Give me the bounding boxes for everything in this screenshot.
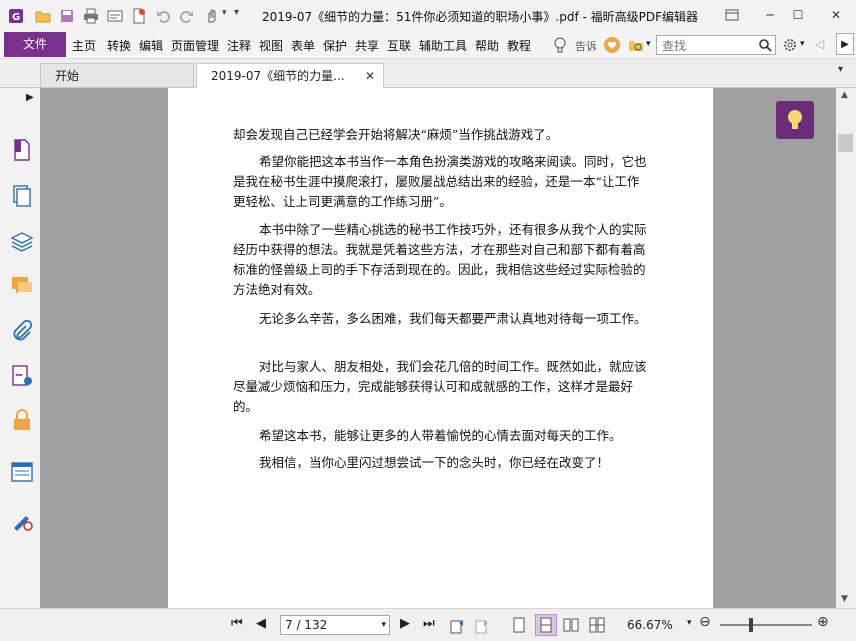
undo-icon[interactable] bbox=[155, 8, 171, 24]
menu-comment[interactable]: 注释 bbox=[227, 37, 251, 54]
customize-quick-access-icon[interactable]: ▾ bbox=[234, 7, 239, 18]
zoom-in-icon[interactable]: ⊕ bbox=[817, 614, 829, 630]
vertical-scrollbar[interactable]: ▲ ▼ bbox=[836, 88, 856, 608]
svg-text:G: G bbox=[12, 12, 20, 23]
menu-edit[interactable]: 编辑 bbox=[139, 37, 163, 54]
security-lock-icon[interactable] bbox=[10, 408, 34, 432]
comments-icon[interactable] bbox=[10, 274, 34, 298]
layers-icon[interactable] bbox=[10, 230, 34, 254]
navigation-sidebar: ▶ bbox=[0, 88, 44, 608]
hand-tool-dropdown-icon[interactable]: ▾ bbox=[222, 8, 227, 18]
tips-lightbulb-button[interactable] bbox=[776, 101, 814, 139]
document-tab-bar: 开始 2019-07《细节的力量... ✕ ▾ bbox=[0, 59, 856, 88]
paragraph: 希望你能把这本书当作一本角色扮演类游戏的攻略来阅读。同时，它也是我在秘书生涯中摸… bbox=[233, 154, 647, 209]
search-input[interactable] bbox=[660, 37, 760, 55]
continuous-facing-view-icon[interactable] bbox=[589, 617, 605, 633]
previous-view-icon[interactable] bbox=[448, 617, 466, 635]
menu-convert[interactable]: 转换 bbox=[107, 37, 131, 54]
maximize-button[interactable]: ☐ bbox=[784, 6, 812, 24]
close-window-button[interactable]: ✕ bbox=[822, 6, 850, 24]
menu-form[interactable]: 表单 bbox=[291, 37, 315, 54]
hand-tool-icon[interactable] bbox=[204, 8, 220, 24]
menu-accessibility[interactable]: 辅助工具 bbox=[419, 37, 467, 54]
save-icon[interactable] bbox=[59, 8, 75, 24]
last-page-icon[interactable]: ⏭ bbox=[423, 616, 435, 631]
zoom-dropdown-icon[interactable]: ▾ bbox=[687, 618, 692, 628]
open-folder-icon[interactable] bbox=[35, 8, 51, 24]
form-fields-icon[interactable] bbox=[10, 460, 34, 484]
redo-icon[interactable] bbox=[179, 8, 195, 24]
close-tab-icon[interactable]: ✕ bbox=[365, 64, 375, 88]
paragraph: 本书中除了一些精心挑选的秘书工作技巧外，还有很多从我个人的实际经历中获得的想法。… bbox=[233, 222, 647, 297]
paragraph: 我相信，当你心里闪过想尝试一下的念头时，你已经在改变了！ bbox=[259, 455, 610, 470]
tab-document-label: 2019-07《细节的力量... bbox=[211, 69, 345, 83]
zoom-out-icon[interactable]: ⊖ bbox=[699, 614, 711, 630]
title-bar: G ▾ ▾ 2019-07《细节的力量：51件你必须知道的职场小事》.pdf -… bbox=[0, 0, 856, 32]
document-viewport[interactable]: 却会发现自己已经学会开始将解决“麻烦”当作挑战游戏了。 希望你能把这本书当作一本… bbox=[40, 88, 836, 608]
paragraph: 却会发现自己已经学会开始将解决“麻烦”当作挑战游戏了。 bbox=[233, 127, 559, 142]
lightbulb-icon bbox=[788, 110, 802, 129]
tell-me-label[interactable]: 告诉 bbox=[575, 38, 597, 54]
zoom-level[interactable]: 66.67% bbox=[627, 618, 673, 632]
lightbulb-icon[interactable] bbox=[552, 36, 568, 54]
print-icon[interactable] bbox=[83, 8, 99, 24]
new-document-icon[interactable] bbox=[131, 8, 147, 24]
menu-page-management[interactable]: 页面管理 bbox=[171, 37, 219, 54]
ribbon-menu-bar: 文件 主页 转换 编辑 页面管理 注释 视图 表单 保护 共享 互联 辅助工具 … bbox=[0, 32, 856, 59]
restore-layout-icon[interactable] bbox=[724, 7, 740, 23]
tab-start[interactable]: 开始 bbox=[40, 63, 194, 87]
file-menu-button[interactable]: 文件 bbox=[4, 32, 66, 57]
scrollbar-thumb[interactable] bbox=[838, 134, 853, 152]
first-page-icon[interactable]: ⏮ bbox=[231, 616, 243, 631]
app-logo-icon: G bbox=[9, 9, 23, 23]
facing-view-icon[interactable] bbox=[563, 617, 579, 633]
next-view-icon[interactable] bbox=[473, 617, 491, 635]
paragraph: 无论多么辛苦，多么困难，我们每天都要严肃认真地对待每一项工作。 bbox=[259, 311, 647, 326]
previous-page-icon[interactable]: ◀ bbox=[256, 616, 266, 631]
zoom-slider-thumb[interactable] bbox=[749, 618, 753, 632]
paragraph: 对比与家人、朋友相处，我们会花几倍的时间工作。既然如此，就应该尽量减少烦恼和压力… bbox=[233, 359, 647, 414]
menu-share[interactable]: 共享 bbox=[355, 37, 379, 54]
continuous-view-button[interactable] bbox=[535, 614, 557, 636]
pages-panel-icon[interactable] bbox=[10, 184, 34, 208]
scroll-down-icon[interactable]: ▼ bbox=[841, 594, 848, 604]
search-icon[interactable] bbox=[758, 38, 772, 52]
scroll-up-icon[interactable]: ▲ bbox=[841, 90, 848, 100]
menu-view[interactable]: 视图 bbox=[259, 37, 283, 54]
single-page-view-icon[interactable] bbox=[512, 617, 526, 633]
tab-start-label: 开始 bbox=[55, 69, 80, 83]
pdf-page: 却会发现自己已经学会开始将解决“麻烦”当作挑战游戏了。 希望你能把这本书当作一本… bbox=[168, 88, 713, 608]
attachment-icon[interactable] bbox=[10, 320, 34, 344]
certify-icon[interactable] bbox=[10, 508, 34, 532]
zoom-slider-track[interactable] bbox=[720, 624, 812, 626]
continuous-view-icon bbox=[540, 617, 552, 633]
menu-home[interactable]: 主页 bbox=[72, 37, 96, 54]
page-thumbnail-icon[interactable] bbox=[10, 138, 34, 162]
settings-dropdown-icon[interactable]: ▾ bbox=[800, 39, 805, 49]
status-bar: ⏮ ◀ 7 / 132 ▾ ▶ ⏭ 66.67% ▾ ⊖ ⊕ bbox=[0, 608, 856, 641]
window-title: 2019-07《细节的力量：51件你必须知道的职场小事》.pdf - 福昕高级P… bbox=[262, 10, 699, 24]
tab-document[interactable]: 2019-07《细节的力量... ✕ bbox=[196, 63, 384, 88]
next-page-icon[interactable]: ▶ bbox=[400, 616, 410, 631]
tab-list-dropdown-icon[interactable]: ▾ bbox=[838, 64, 843, 75]
page-number-value: 7 / 132 bbox=[285, 618, 328, 632]
heart-icon[interactable] bbox=[604, 37, 620, 53]
signature-icon[interactable] bbox=[10, 364, 34, 388]
expand-panel-icon[interactable]: ▶ bbox=[26, 92, 34, 103]
ribbon-scroll-left-icon[interactable]: ◁ bbox=[815, 37, 824, 51]
page-number-field[interactable]: 7 / 132 ▾ bbox=[280, 615, 390, 635]
find-folder-icon[interactable] bbox=[628, 37, 644, 53]
menu-connect[interactable]: 互联 bbox=[387, 37, 411, 54]
page-dropdown-icon[interactable]: ▾ bbox=[381, 616, 386, 634]
menu-help[interactable]: 帮助 bbox=[475, 37, 499, 54]
search-field[interactable] bbox=[656, 35, 776, 55]
menu-protect[interactable]: 保护 bbox=[323, 37, 347, 54]
settings-gear-icon[interactable] bbox=[782, 37, 798, 53]
menu-tutorial[interactable]: 教程 bbox=[507, 37, 531, 54]
find-dropdown-icon[interactable]: ▾ bbox=[646, 39, 651, 49]
paragraph: 希望这本书，能够让更多的人带着愉悦的心情去面对每天的工作。 bbox=[259, 428, 622, 443]
minimize-button[interactable]: ─ bbox=[756, 6, 784, 24]
properties-icon[interactable] bbox=[107, 8, 123, 24]
ribbon-scroll-right-button[interactable]: ▶ bbox=[836, 33, 854, 55]
